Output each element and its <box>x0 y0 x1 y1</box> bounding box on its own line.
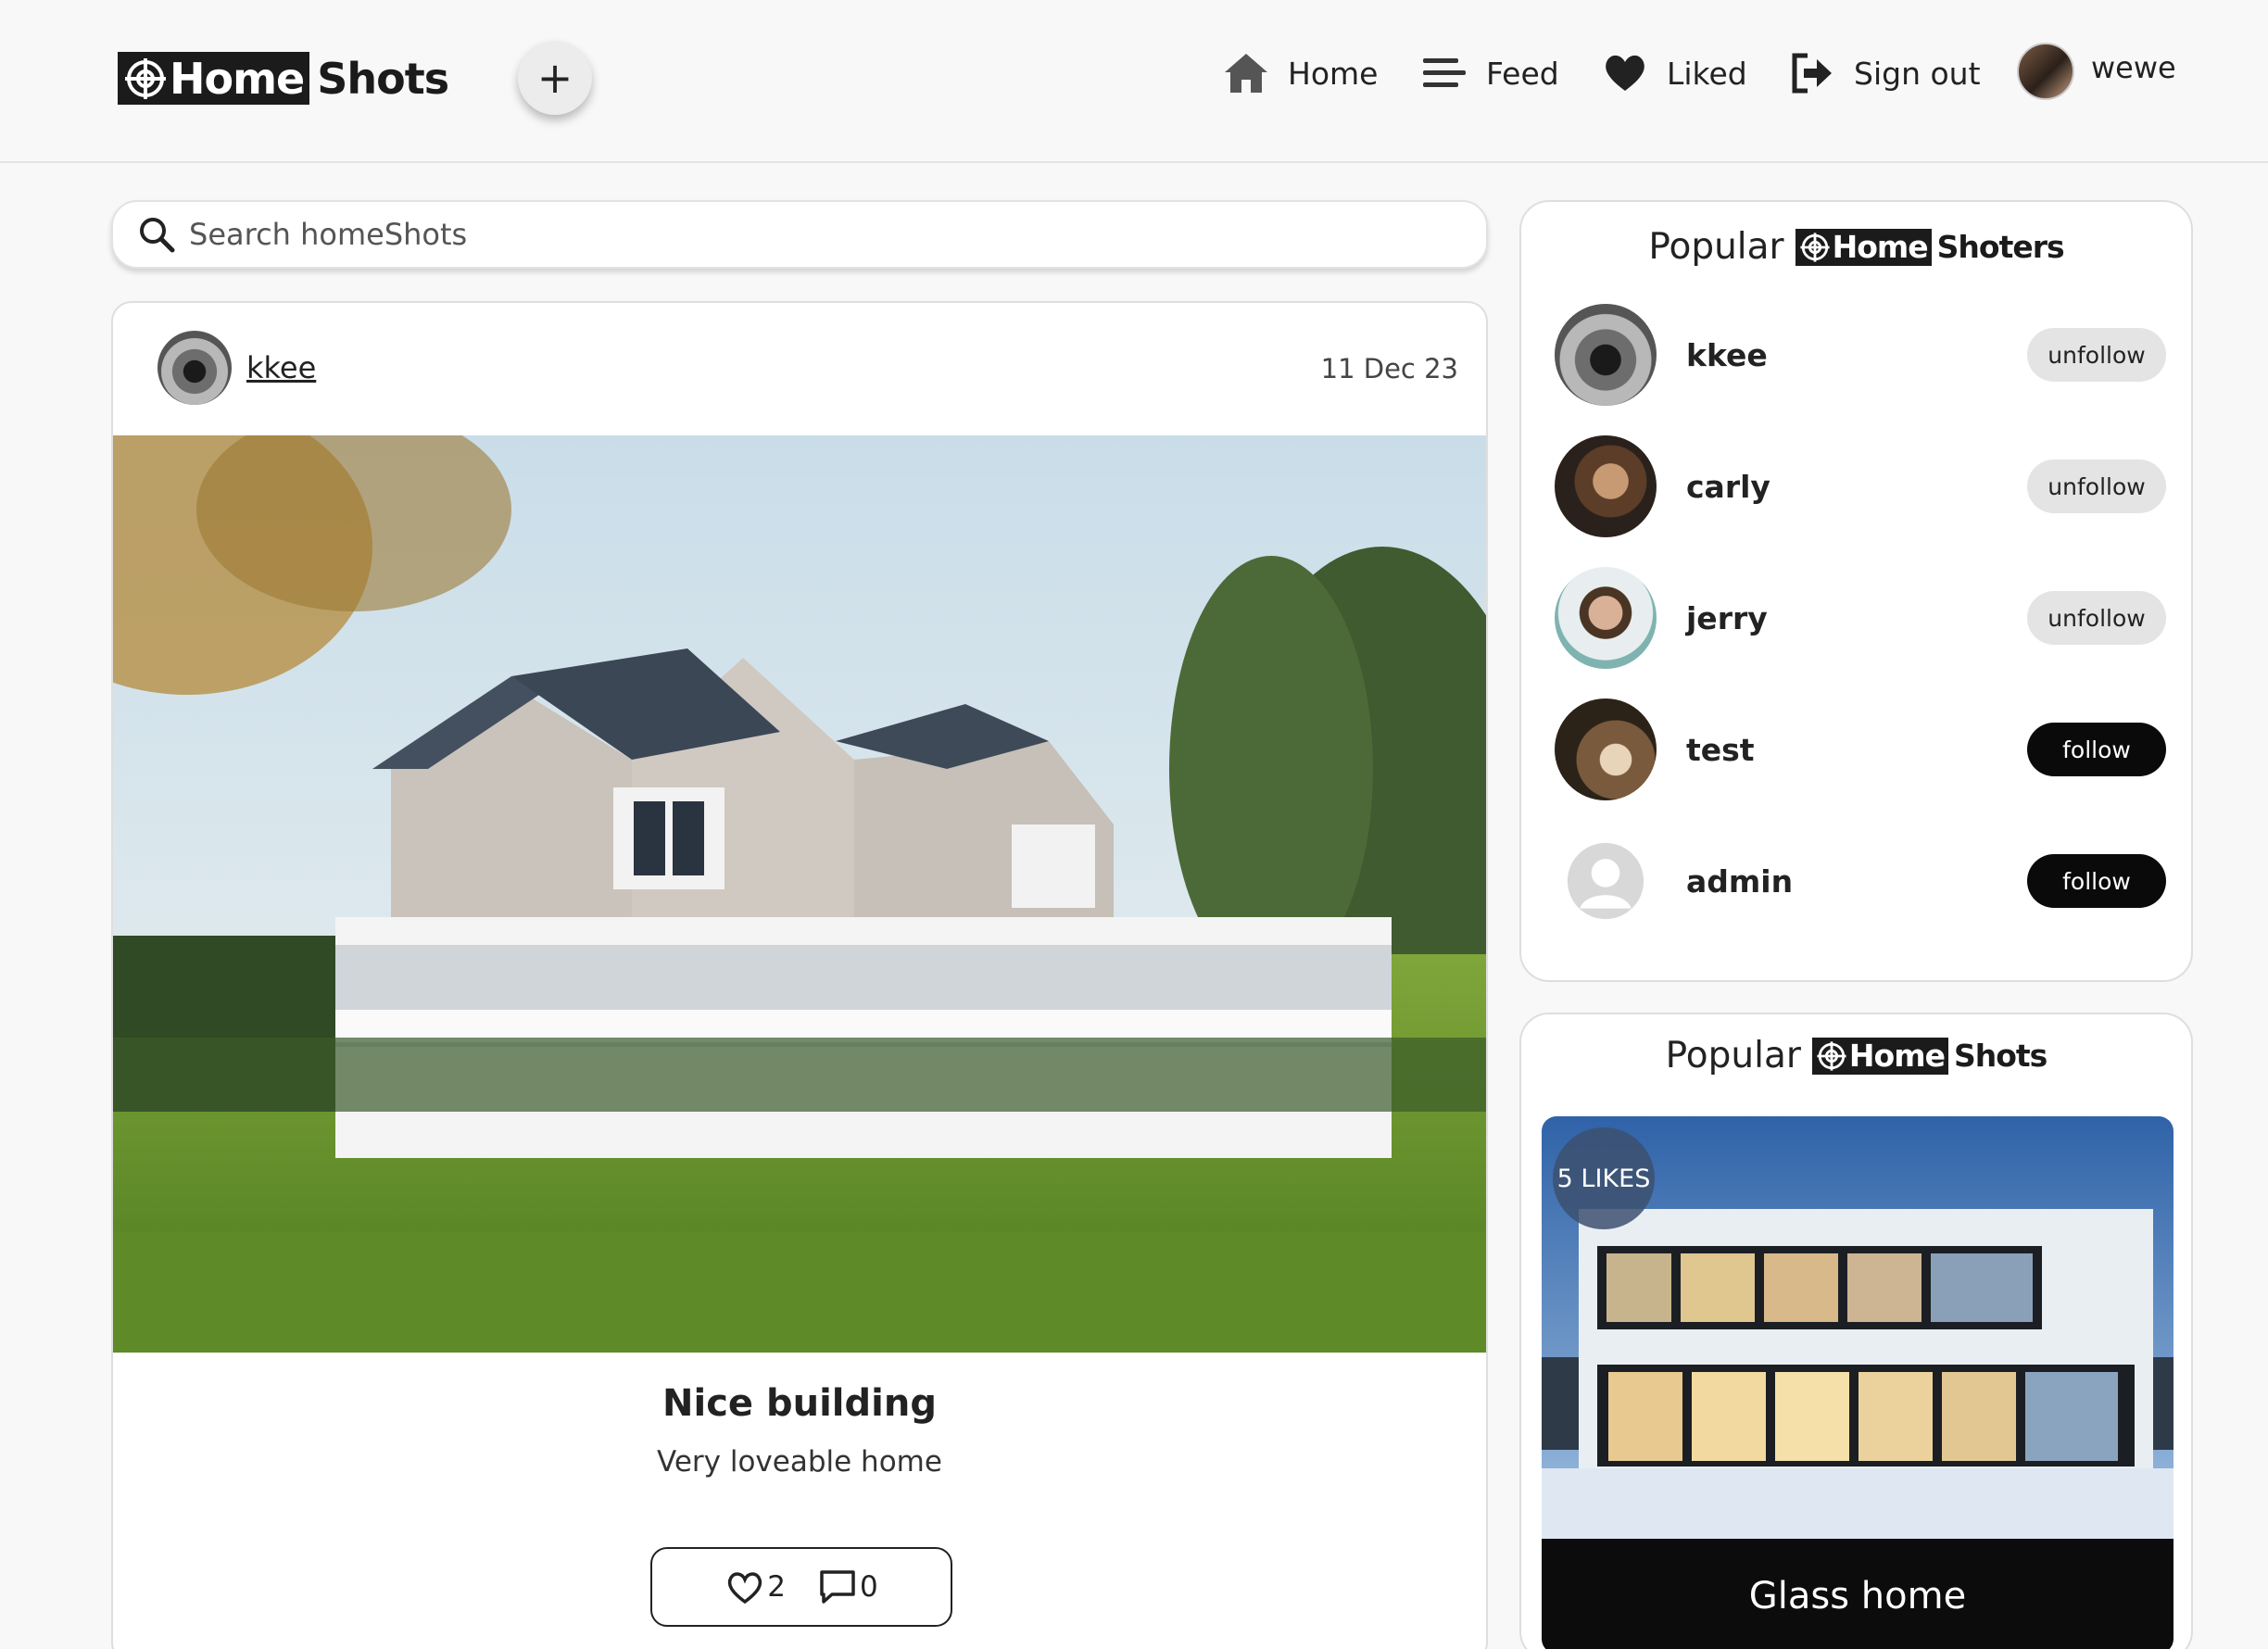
shooter-row: jerry unfollow <box>1555 567 2166 669</box>
shooter-row: carly unfollow <box>1555 435 2166 537</box>
shooter-row: test follow <box>1555 699 2166 800</box>
search-icon <box>140 218 175 253</box>
add-post-button[interactable]: + <box>518 41 592 115</box>
nav-signout[interactable]: Sign out <box>1787 48 1981 98</box>
homeshots-logo[interactable]: Home Shots <box>118 52 449 105</box>
mini-logo-mark: Home <box>1811 1037 1948 1075</box>
shooter-avatar[interactable] <box>1555 304 1657 406</box>
crosshair-icon <box>1799 232 1830 262</box>
top-navbar: Home Shots + Home Feed Liked Sign out we… <box>0 0 2268 163</box>
mini-logo: Home Shoters <box>1795 228 2065 266</box>
mini-logo-bold: Home <box>1832 229 1929 265</box>
crosshair-icon <box>125 57 166 99</box>
post-description: Very loveable home <box>657 1445 942 1479</box>
nav-signout-label: Sign out <box>1854 55 1981 92</box>
nav-liked-label: Liked <box>1667 55 1747 92</box>
follow-button[interactable]: follow <box>2027 723 2166 776</box>
popular-shooters-title: Popular Home Shoters <box>1521 226 2191 268</box>
house-photo <box>113 435 1486 1353</box>
post-title: Nice building <box>662 1382 937 1425</box>
likes-badge: 5 LIKES <box>1553 1127 1655 1229</box>
shooter-avatar[interactable] <box>1555 435 1657 537</box>
shooter-row: kkee unfollow <box>1555 304 2166 406</box>
post-date: 11 Dec 23 <box>1320 353 1458 384</box>
post-header: kkee <box>158 331 316 405</box>
menu-icon <box>1423 58 1466 87</box>
shooter-name[interactable]: admin <box>1686 863 2027 900</box>
popular-shots-panel: Popular Home Shots 5 LIKES Glass home <box>1519 1013 2193 1649</box>
default-avatar[interactable] <box>1555 830 1657 932</box>
heart-outline-icon <box>728 1572 762 1605</box>
nav-feed[interactable]: Feed <box>1419 48 1559 98</box>
comment-count: 0 <box>860 1570 878 1604</box>
nav-feed-label: Feed <box>1486 55 1559 92</box>
unfollow-button[interactable]: unfollow <box>2027 591 2166 645</box>
plus-icon: + <box>536 53 573 103</box>
post-author-avatar[interactable] <box>158 331 232 405</box>
nav-home[interactable]: Home <box>1221 48 1378 98</box>
home-icon <box>1225 54 1267 93</box>
comment-button[interactable]: 0 <box>817 1567 878 1607</box>
like-count: 2 <box>767 1570 786 1604</box>
nav-home-label: Home <box>1288 55 1379 92</box>
post-actions: 2 0 <box>650 1547 952 1627</box>
shooter-row: admin follow <box>1555 830 2166 932</box>
follow-button[interactable]: follow <box>2027 854 2166 908</box>
mini-logo: Home Shots <box>1811 1037 2048 1075</box>
mini-logo-bold: Home <box>1848 1038 1946 1074</box>
search-input[interactable] <box>189 217 1393 252</box>
username: wewe <box>2091 50 2176 85</box>
mini-logo-rest: Shoters <box>1936 229 2065 265</box>
popular-shooters-panel: Popular Home Shoters kkee unfollow carly… <box>1519 200 2193 982</box>
post-image[interactable] <box>113 435 1486 1353</box>
user-menu[interactable]: wewe <box>2017 43 2176 100</box>
popular-shots-prefix: Popular <box>1665 1035 1801 1076</box>
user-placeholder-icon <box>1567 842 1644 920</box>
crosshair-icon <box>1817 1040 1846 1071</box>
logo-mark: Home <box>118 52 310 105</box>
unfollow-button[interactable]: unfollow <box>2027 459 2166 513</box>
logo-text-bold: Home <box>170 53 305 104</box>
like-button[interactable]: 2 <box>724 1567 786 1607</box>
shooter-avatar[interactable] <box>1555 699 1657 800</box>
popular-shots-title: Popular Home Shots <box>1521 1035 2191 1076</box>
user-avatar <box>2017 43 2074 100</box>
nav-liked[interactable]: Liked <box>1600 48 1747 98</box>
shooter-avatar[interactable] <box>1555 567 1657 669</box>
popular-shooters-prefix: Popular <box>1648 226 1784 268</box>
popular-shot-card[interactable]: 5 LIKES Glass home <box>1542 1116 2174 1649</box>
logo-text-rest: Shots <box>317 53 449 104</box>
sign-out-icon <box>1792 53 1832 94</box>
search-bar <box>111 200 1488 269</box>
heart-icon <box>1606 55 1644 91</box>
shooter-name[interactable]: test <box>1686 732 2027 768</box>
unfollow-button[interactable]: unfollow <box>2027 328 2166 382</box>
shooter-name[interactable]: jerry <box>1686 600 2027 636</box>
mini-logo-rest: Shots <box>1953 1038 2048 1074</box>
shooter-name[interactable]: kkee <box>1686 337 2027 373</box>
mini-logo-mark: Home <box>1795 228 1932 266</box>
shooter-name[interactable]: carly <box>1686 469 2027 505</box>
shot-title: Glass home <box>1542 1539 2174 1649</box>
post-author-link[interactable]: kkee <box>246 350 316 385</box>
post-card: kkee 11 Dec 23 Nice building Very loveab… <box>111 301 1488 1649</box>
comment-icon <box>820 1570 855 1604</box>
